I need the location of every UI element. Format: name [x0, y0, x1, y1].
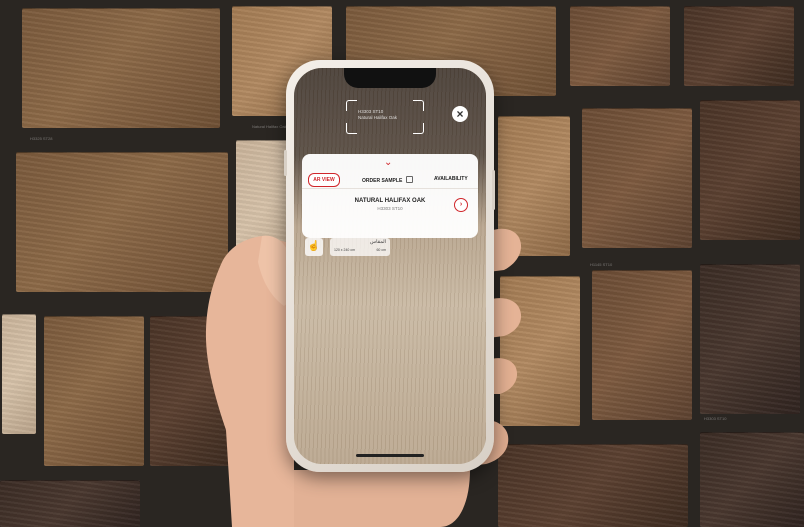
info-icon — [405, 176, 413, 183]
photo-scene: H3325 ST28 Natural Halifax Oak H1145 ST1… — [0, 0, 804, 527]
smartphone: H3303 ST10 Natural Halifax Oak × ⌄ AR VI… — [284, 60, 495, 472]
gesture-button[interactable]: ☝ — [305, 238, 323, 256]
size-option-a: 120 x 240 cm — [334, 248, 356, 252]
sheet-tabs: AR VIEW ORDER SAMPLE AVAILABILITY — [302, 170, 478, 188]
phone-side-button — [284, 150, 287, 176]
phone-notch — [344, 68, 436, 88]
tab-order-sample[interactable]: ORDER SAMPLE — [362, 176, 413, 184]
size-label-ar: المقاس — [370, 239, 386, 245]
product-sheet: ⌄ AR VIEW ORDER SAMPLE AVAILABILITY NATU… — [302, 154, 478, 238]
product-next-button[interactable]: › — [454, 198, 468, 212]
chevron-right-icon: › — [459, 201, 463, 208]
sheet-divider — [302, 188, 478, 189]
home-indicator — [356, 454, 424, 457]
chevron-down-icon[interactable]: ⌄ — [384, 158, 392, 168]
ar-tools-row: ☝ المقاس 120 x 240 cm 60 cm — [302, 236, 478, 258]
scan-name: Natural Halifax Oak — [358, 115, 398, 120]
size-panel[interactable]: المقاس 120 x 240 cm 60 cm — [330, 238, 390, 256]
product-code: H3303 ST10 — [377, 206, 403, 211]
scan-label: H3303 ST10 Natural Halifax Oak — [358, 109, 397, 121]
phone-side-button — [492, 170, 495, 210]
tab-ar-view[interactable]: AR VIEW — [308, 173, 340, 187]
hand-gesture-icon: ☝ — [307, 241, 321, 252]
close-icon: × — [456, 107, 464, 121]
size-option-b: 60 cm — [376, 248, 386, 252]
product-name: NATURAL HALIFAX OAK — [354, 198, 426, 204]
tab-order-sample-label: ORDER SAMPLE — [362, 178, 403, 184]
close-button[interactable]: × — [452, 106, 468, 122]
phone-screen: H3303 ST10 Natural Halifax Oak × ⌄ AR VI… — [294, 68, 486, 464]
ar-scan-frame: H3303 ST10 Natural Halifax Oak — [346, 100, 424, 134]
tab-availability[interactable]: AVAILABILITY — [434, 176, 468, 182]
